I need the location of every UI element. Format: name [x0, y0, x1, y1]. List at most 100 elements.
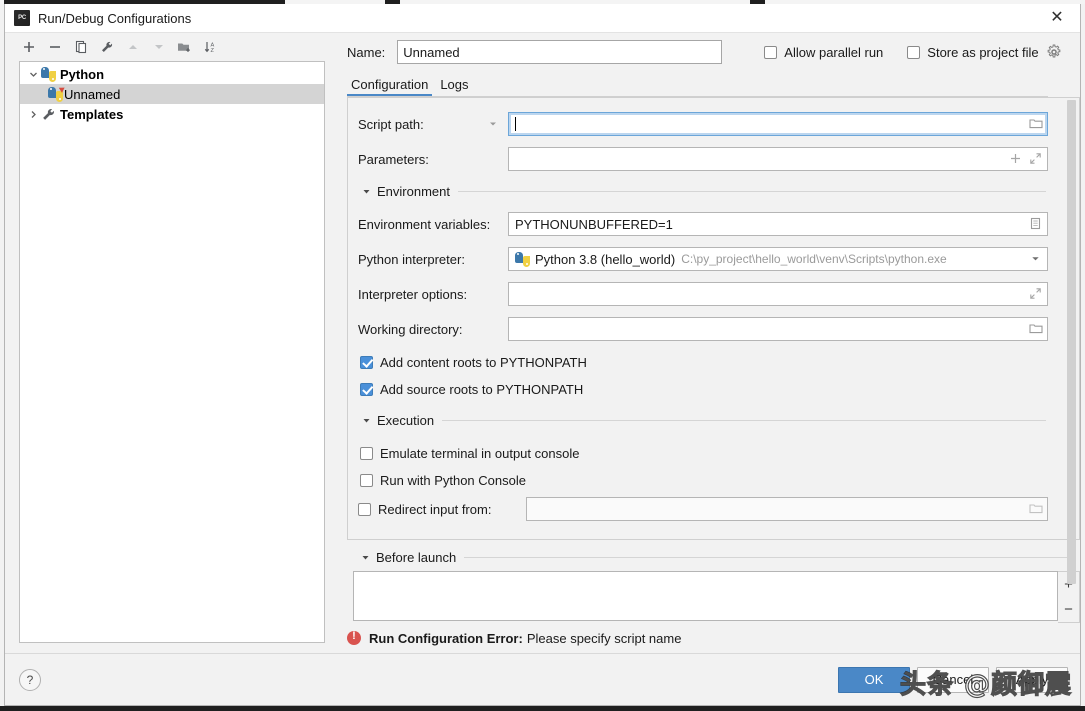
- screen-root: Run/Debug Configurations ✕: [0, 0, 1085, 711]
- before-launch-list-row: + −: [347, 571, 1080, 623]
- emulate-terminal-checkbox[interactable]: Emulate terminal in output console: [360, 446, 579, 461]
- before-launch-section-header[interactable]: Before launch: [347, 548, 1080, 566]
- dialog-titlebar: Run/Debug Configurations ✕: [5, 4, 1080, 33]
- python-interpreter-dropdown[interactable]: Python 3.8 (hello_world) C:\py_project\h…: [508, 247, 1048, 271]
- parameters-input[interactable]: [508, 147, 1048, 171]
- svg-text:Z: Z: [210, 48, 214, 54]
- configurations-panel: AZ Python Unnamed Templates: [5, 33, 335, 653]
- tree-node-unnamed[interactable]: Unnamed: [20, 84, 324, 104]
- tree-node-python[interactable]: Python: [20, 64, 324, 84]
- edit-templates-button[interactable]: [95, 36, 118, 58]
- triangle-down-icon[interactable]: [359, 551, 371, 563]
- script-path-label-group: Script path:: [358, 117, 508, 132]
- environment-section-title: Environment: [377, 183, 450, 199]
- run-with-python-console-checkbox[interactable]: Run with Python Console: [360, 473, 526, 488]
- cancel-button[interactable]: Cancel: [917, 666, 989, 693]
- copy-configuration-button[interactable]: [69, 36, 92, 58]
- move-up-button[interactable]: [121, 36, 144, 58]
- error-prefix: Run Configuration Error:: [369, 630, 523, 646]
- checkbox-box: [360, 382, 373, 396]
- triangle-down-icon[interactable]: [360, 414, 372, 426]
- background-bottom-strip: [0, 706, 1085, 711]
- working-directory-input[interactable]: [508, 317, 1048, 341]
- python-interpreter-row: Python interpreter: Python 3.8 (hello_wo…: [348, 247, 1064, 271]
- parameters-row: Parameters:: [348, 147, 1064, 171]
- add-configuration-button[interactable]: [17, 36, 40, 58]
- interpreter-options-input[interactable]: [508, 282, 1048, 306]
- redirect-input-field[interactable]: [526, 497, 1048, 521]
- before-launch-panel: Before launch + −: [341, 540, 1080, 623]
- expand-icon[interactable]: [1029, 152, 1043, 166]
- configuration-scrollbar[interactable]: [1064, 97, 1080, 584]
- store-as-project-file-checkbox[interactable]: Store as project file: [907, 44, 1039, 60]
- close-icon[interactable]: ✕: [1034, 4, 1080, 32]
- chevron-down-icon[interactable]: [26, 70, 41, 79]
- tree-node-label: Python: [60, 66, 105, 82]
- move-down-button[interactable]: [147, 36, 170, 58]
- environment-variables-input[interactable]: PYTHONUNBUFFERED=1: [508, 212, 1048, 236]
- add-source-roots-checkbox[interactable]: Add source roots to PYTHONPATH: [360, 382, 583, 397]
- dialog-title: Run/Debug Configurations: [38, 10, 192, 26]
- before-launch-title: Before launch: [376, 549, 457, 565]
- execution-section-title: Execution: [377, 412, 435, 428]
- script-path-label: Script path:: [358, 116, 424, 132]
- python-interpreter-value: Python 3.8 (hello_world): [535, 251, 676, 267]
- apply-button[interactable]: Apply: [996, 666, 1068, 693]
- redirect-input-checkbox[interactable]: Redirect input from:: [358, 502, 491, 517]
- tree-node-label: Templates: [60, 106, 124, 122]
- before-launch-list[interactable]: [353, 571, 1058, 621]
- remove-configuration-button[interactable]: [43, 36, 66, 58]
- configuration-form: Script path: Parameters: Environment Env…: [347, 97, 1064, 540]
- allow-parallel-run-checkbox[interactable]: Allow parallel run: [764, 45, 883, 60]
- plus-icon[interactable]: [1009, 152, 1023, 166]
- name-row: Name: Allow parallel run Store as projec…: [341, 33, 1080, 71]
- ok-button[interactable]: OK: [838, 666, 910, 693]
- tree-node-templates[interactable]: Templates: [20, 104, 324, 124]
- add-content-roots-row: Add content roots to PYTHONPATH: [348, 352, 1064, 372]
- tab-configuration[interactable]: Configuration: [347, 77, 436, 97]
- execution-section-header[interactable]: Execution: [348, 411, 1064, 429]
- python-icon: [41, 66, 56, 82]
- configurations-tree[interactable]: Python Unnamed Templates: [19, 61, 325, 643]
- emulate-terminal-label: Emulate terminal in output console: [380, 445, 580, 461]
- add-content-roots-checkbox[interactable]: Add content roots to PYTHONPATH: [360, 355, 587, 370]
- add-source-roots-label: Add source roots to PYTHONPATH: [380, 381, 584, 397]
- before-launch-remove-button[interactable]: −: [1059, 597, 1079, 622]
- list-edit-icon[interactable]: [1029, 217, 1043, 231]
- environment-variables-value: PYTHONUNBUFFERED=1: [515, 216, 673, 232]
- triangle-down-icon[interactable]: [360, 185, 372, 197]
- scrollbar-thumb[interactable]: [1067, 100, 1076, 584]
- chevron-down-icon[interactable]: [488, 117, 498, 132]
- expand-icon[interactable]: [1029, 287, 1043, 301]
- error-message: Please specify script name: [526, 630, 682, 646]
- section-divider: [464, 556, 1070, 558]
- run-with-python-console-label: Run with Python Console: [380, 472, 526, 488]
- footer-buttons: OK Cancel Apply: [838, 666, 1068, 693]
- script-path-input[interactable]: [508, 112, 1048, 136]
- tree-node-label: Unnamed: [64, 86, 121, 102]
- folder-icon[interactable]: [1029, 322, 1043, 336]
- interpreter-options-label: Interpreter options:: [358, 286, 468, 302]
- checkbox-box: [764, 45, 778, 59]
- sort-configurations-button[interactable]: AZ: [199, 36, 222, 58]
- tab-logs[interactable]: Logs: [436, 77, 476, 97]
- validation-error-row: Run Configuration Error: Please specify …: [341, 623, 1080, 653]
- store-as-project-file-label: Store as project file: [927, 44, 1039, 60]
- python-interpreter-label: Python interpreter:: [358, 251, 465, 267]
- folder-icon[interactable]: [1029, 117, 1043, 131]
- working-directory-row: Working directory:: [348, 317, 1064, 341]
- checkbox-box: [907, 45, 921, 59]
- folder-icon[interactable]: [1029, 502, 1043, 516]
- chevron-right-icon[interactable]: [26, 110, 41, 119]
- wrench-icon: [41, 107, 56, 122]
- create-folder-button[interactable]: [173, 36, 196, 58]
- chevron-down-icon[interactable]: [1029, 252, 1043, 266]
- allow-parallel-run-label: Allow parallel run: [784, 44, 884, 60]
- gear-icon[interactable]: [1046, 44, 1062, 60]
- help-button[interactable]: ?: [19, 668, 41, 691]
- environment-variables-row: Environment variables: PYTHONUNBUFFERED=…: [348, 212, 1064, 236]
- name-input[interactable]: [397, 40, 723, 64]
- environment-section-header[interactable]: Environment: [348, 182, 1064, 200]
- run-with-python-console-row: Run with Python Console: [348, 470, 1064, 490]
- text-caret: [515, 117, 516, 131]
